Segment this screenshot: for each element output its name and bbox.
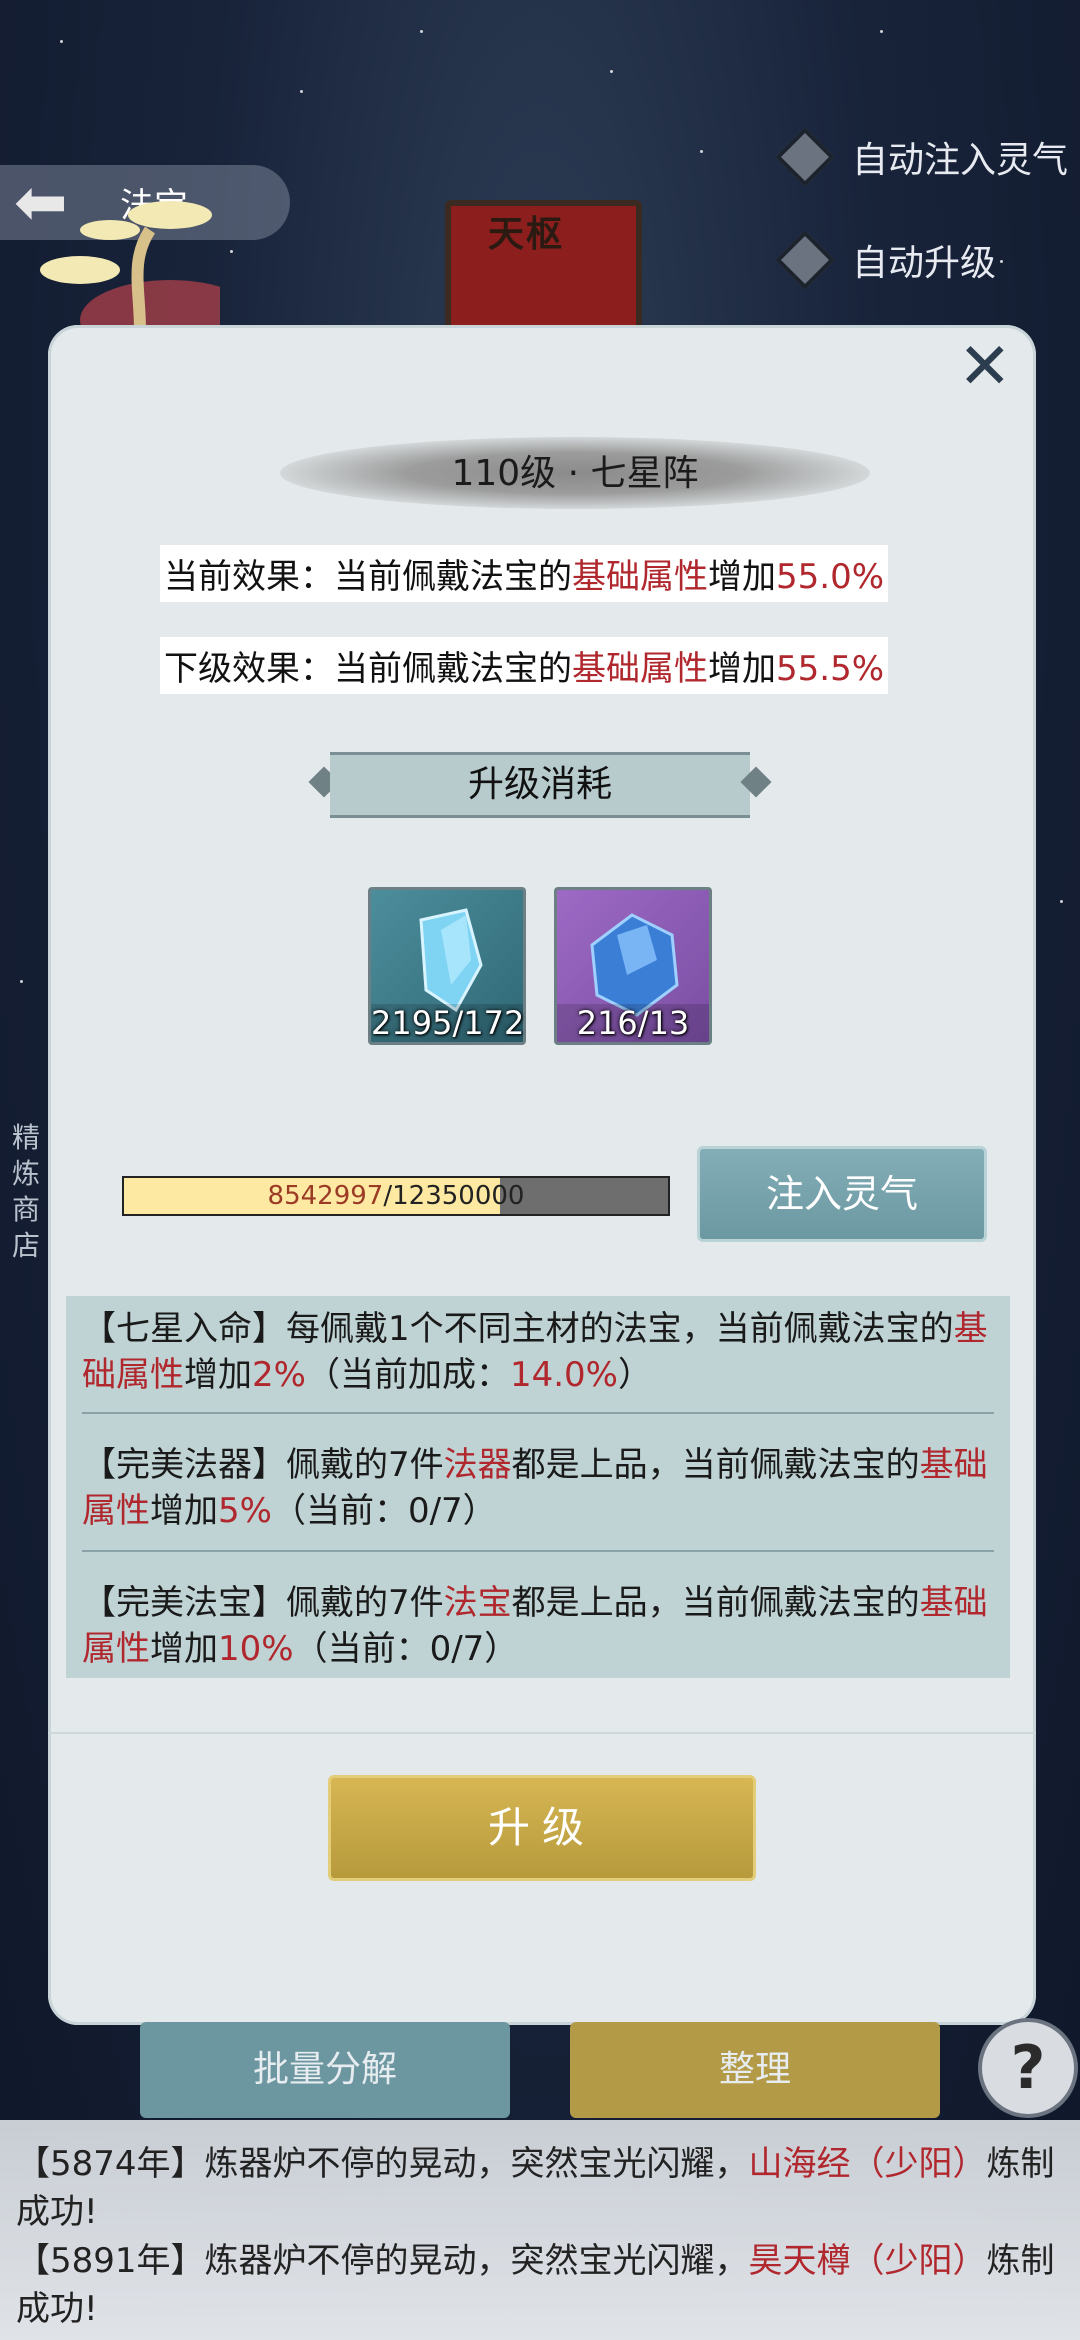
help-icon[interactable]: ? (978, 2018, 1078, 2118)
bonus-entry: 【完美法宝】佩戴的7件法宝都是上品，当前佩戴法宝的基础属性增加10%（当前：0/… (82, 1580, 994, 1672)
next-effect-value: 55.5% (776, 649, 885, 689)
close-icon[interactable]: ✕ (958, 335, 1012, 399)
section-title: 升级消耗 (330, 752, 750, 818)
modal-divider (48, 1732, 1036, 1734)
bonus-value: 10% (218, 1629, 294, 1669)
progress-text: 8542997/12350000 (124, 1178, 668, 1214)
auto-upgrade-toggle[interactable]: 自动升级 (770, 225, 996, 295)
divider (82, 1412, 994, 1414)
bonus-panel: 【七星入命】每佩戴1个不同主材的法宝，当前佩戴法宝的基础属性增加2%（当前加成：… (66, 1296, 1010, 1678)
bonus-text: 增加 (150, 1491, 218, 1531)
inject-spirit-button[interactable]: 注入灵气 (697, 1146, 987, 1242)
side-shop-text[interactable]: 精炼商店 (12, 1120, 46, 1264)
bonus-text: 都是上品，当前佩戴法宝的 (511, 1445, 920, 1485)
pine-tree-icon (40, 201, 220, 330)
auto-inject-label: 自动注入灵气 (852, 140, 1069, 181)
bonus-highlight: 法器 (443, 1445, 512, 1485)
cost-item-count: 2195/172 (371, 1004, 525, 1042)
bonus-text: 都是上品，当前佩戴法宝的 (511, 1583, 920, 1623)
log-item-link[interactable]: 昊天樽（少阳） (749, 2241, 987, 2281)
modal-title: 110级 · 七星阵 (451, 453, 699, 494)
batch-decompose-button[interactable]: 批量分解 (140, 2022, 510, 2118)
progress-total: 12350000 (392, 1181, 525, 1211)
cost-item-crystal-shard[interactable]: 2195/172 (368, 887, 526, 1045)
next-effect: 下级效果：当前佩戴法宝的基础属性增加55.5% (160, 637, 889, 694)
bonus-text: ） (617, 1355, 652, 1395)
current-effect-value: 55.0% (776, 557, 885, 597)
log-text: 【5874年】炼器炉不停的晃动，突然宝光闪耀， (16, 2144, 749, 2184)
spirit-progress-bar: 8542997/12350000 (122, 1176, 670, 1216)
bonus-text: 【完美法器】佩戴的7件 (82, 1445, 444, 1485)
log-entry: 【5891年】炼器炉不停的晃动，突然宝光闪耀，昊天樽（少阳）炼制成功! (16, 2237, 1056, 2333)
log-entry: 【5874年】炼器炉不停的晃动，突然宝光闪耀，山海经（少阳）炼制成功! (16, 2140, 1056, 2236)
bonus-entry: 【七星入命】每佩戴1个不同主材的法宝，当前佩戴法宝的基础属性增加2%（当前加成：… (82, 1306, 994, 1398)
current-effect-mid: 增加 (708, 557, 776, 597)
bonus-text: 【完美法宝】佩戴的7件 (82, 1583, 444, 1623)
upgrade-button[interactable]: 升级 (328, 1775, 756, 1881)
current-effect-highlight: 基础属性 (572, 557, 708, 597)
next-effect-highlight: 基础属性 (572, 649, 708, 689)
progress-separator: / (383, 1181, 393, 1211)
bonus-text: （当前：0/7） (293, 1629, 519, 1669)
next-effect-mid: 增加 (708, 649, 776, 689)
current-effect-prefix: 当前效果：当前佩戴法宝的 (164, 557, 572, 597)
sort-button[interactable]: 整理 (570, 2022, 940, 2118)
checkbox-diamond-icon (775, 230, 835, 290)
progress-current: 8542997 (267, 1181, 384, 1211)
bonus-value: 2% (252, 1355, 306, 1395)
bonus-text: （当前：0/7） (271, 1491, 497, 1531)
bonus-text: 增加 (150, 1629, 218, 1669)
cost-item-count: 216/13 (557, 1004, 709, 1042)
badge-name: 天枢 (488, 214, 565, 255)
cost-item-gem[interactable]: 216/13 (554, 887, 712, 1045)
bonus-text: （当前加成： (305, 1355, 510, 1395)
divider (82, 1550, 994, 1552)
current-effect: 当前效果：当前佩戴法宝的基础属性增加55.0% (160, 545, 889, 602)
log-text: 【5891年】炼器炉不停的晃动，突然宝光闪耀， (16, 2241, 749, 2281)
bonus-highlight: 法宝 (443, 1583, 512, 1623)
bonus-value: 14.0% (509, 1355, 618, 1395)
auto-inject-toggle[interactable]: 自动注入灵气 (770, 122, 1068, 192)
bonus-text: 增加 (184, 1355, 252, 1395)
log-item-link[interactable]: 山海经（少阳） (749, 2144, 987, 2184)
checkbox-diamond-icon (775, 127, 835, 187)
bonus-value: 5% (218, 1491, 272, 1531)
bonus-text: 【七星入命】每佩戴1个不同主材的法宝，当前佩戴法宝的 (82, 1309, 954, 1349)
auto-upgrade-label: 自动升级 (852, 243, 997, 284)
bonus-entry: 【完美法器】佩戴的7件法器都是上品，当前佩戴法宝的基础属性增加5%（当前：0/7… (82, 1442, 994, 1534)
next-effect-prefix: 下级效果：当前佩戴法宝的 (164, 649, 572, 689)
